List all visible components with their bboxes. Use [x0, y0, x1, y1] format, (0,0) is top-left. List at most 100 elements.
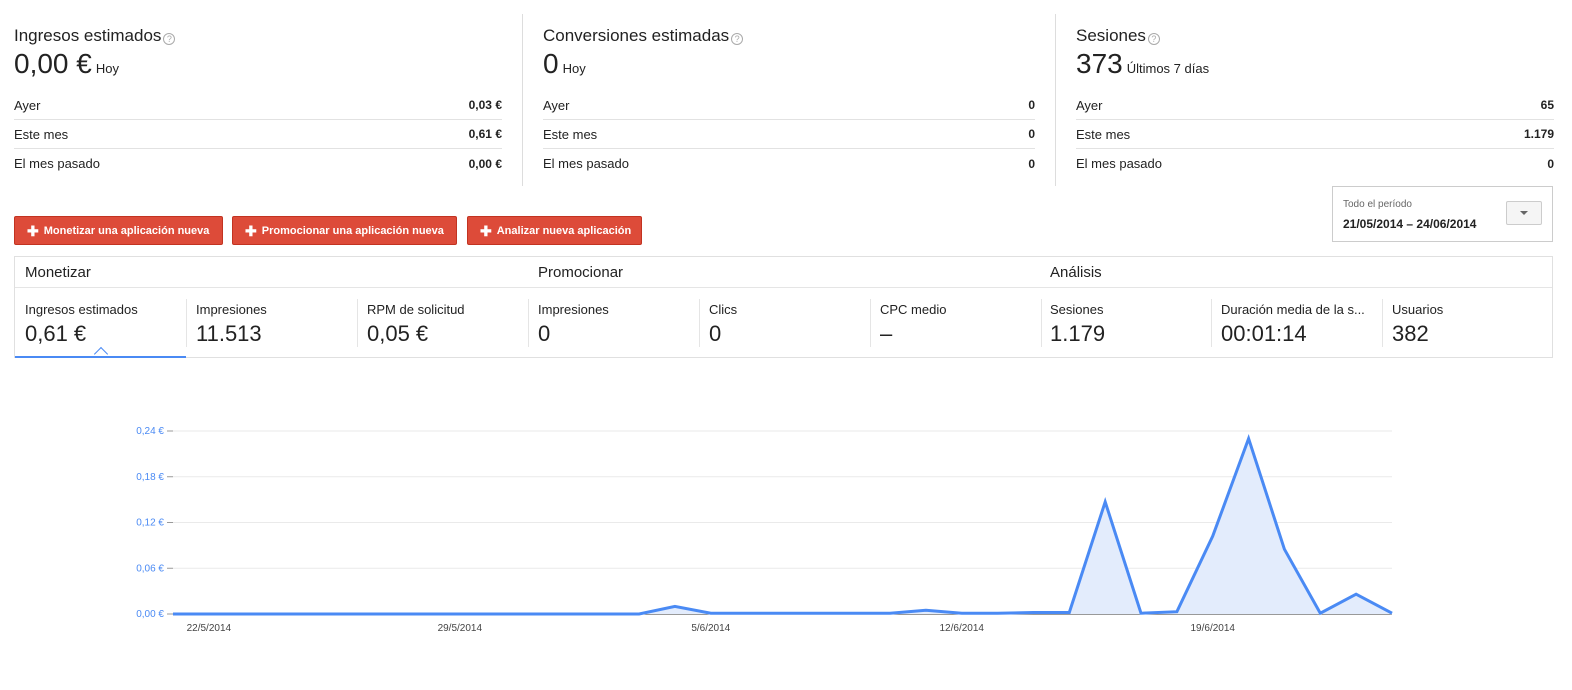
plus-icon: ✚	[245, 222, 257, 239]
row-value: 1.179	[1523, 127, 1554, 141]
row-value: 0,61 €	[468, 127, 502, 141]
y-tick-label: 0,18 €	[136, 472, 164, 483]
row-label: Ayer	[543, 97, 570, 113]
metric-value: 0	[709, 321, 722, 346]
summary-row: Ayer 65	[1076, 91, 1554, 120]
metric-tile-promo-impressions[interactable]: Impresiones 0	[528, 287, 699, 358]
date-range-value: 21/05/2014 – 24/06/2014	[1343, 217, 1477, 231]
button-label: Analizar nueva aplicación	[496, 224, 632, 237]
metric-label: RPM de solicitud	[367, 302, 465, 317]
metric-label: Ingresos estimados	[25, 302, 138, 317]
revenue-chart: 0,00 € 0,06 € 0,12 € 0,18 € 0,24 € 22/5/2014 2…	[0, 410, 1572, 650]
date-range-label: Todo el período	[1343, 199, 1412, 210]
section-monetize-title: Monetizar	[25, 264, 91, 281]
row-label: Este mes	[543, 126, 598, 142]
monetize-app-button[interactable]: ✚ Monetizar una aplicación nueva	[14, 216, 223, 245]
y-tick-label: 0,12 €	[136, 518, 164, 529]
row-value: 0	[1547, 156, 1554, 171]
active-tab-indicator	[15, 356, 186, 358]
row-label: El mes pasado	[1076, 156, 1162, 171]
button-label: Promocionar una aplicación nueva	[261, 224, 444, 237]
metrics-panel: Monetizar Promocionar Análisis Ingresos …	[14, 256, 1553, 362]
card-title: Conversiones estimadas	[543, 26, 730, 45]
row-value: 65	[1540, 98, 1554, 112]
summary-row: Este mes 0	[543, 120, 1035, 149]
row-label: Ayer	[14, 97, 41, 113]
metric-label: Sesiones	[1050, 302, 1104, 317]
summary-row: El mes pasado 0,00 €	[14, 149, 502, 178]
row-value: 0	[1028, 156, 1035, 171]
chart-svg: 0,00 € 0,06 € 0,12 € 0,18 € 0,24 € 22/5/2014 2…	[136, 426, 1393, 634]
row-value: 0	[1028, 127, 1035, 141]
row-label: Este mes	[1076, 126, 1131, 142]
row-label: El mes pasado	[14, 156, 100, 171]
metric-label: Usuarios	[1392, 302, 1444, 317]
x-tick-label: 19/6/2014	[1190, 623, 1235, 634]
metric-value: 00:01:14	[1221, 321, 1307, 346]
card-title: Sesiones	[1076, 26, 1146, 45]
metric-value: 1.179	[1050, 321, 1106, 346]
summary-card-sessions: Sesiones? 373 Últimos 7 días Ayer 65 Este …	[1076, 26, 1554, 178]
summary-row: Ayer 0,03 €	[14, 91, 502, 120]
y-tick-label: 0,06 €	[136, 563, 164, 574]
section-promote-title: Promocionar	[538, 264, 624, 281]
help-icon[interactable]: ?	[1147, 33, 1160, 45]
card-value: 0,00 €	[14, 48, 92, 79]
metric-label: Impresiones	[196, 302, 267, 317]
section-analysis-title: Análisis	[1050, 264, 1102, 281]
help-icon[interactable]: ?	[163, 33, 176, 45]
x-tick-label: 12/6/2014	[940, 623, 985, 634]
x-tick-label: 5/6/2014	[691, 623, 730, 634]
metric-tile-clicks[interactable]: Clics 0	[699, 287, 870, 358]
card-value: 373	[1076, 48, 1123, 79]
summary-card-revenue: Ingresos estimados? 0,00 € Hoy Ayer 0,03 €…	[14, 26, 502, 178]
y-tick-label: 0,24 €	[136, 426, 164, 437]
row-label: Ayer	[1076, 97, 1103, 113]
metric-tile-duration[interactable]: Duración media de la s... 00:01:14	[1211, 287, 1382, 358]
metric-value: –	[880, 321, 893, 346]
chevron-down-icon	[1520, 211, 1528, 215]
metric-label: Impresiones	[538, 302, 609, 317]
metric-tile-impressions[interactable]: Impresiones 11.513	[186, 287, 357, 358]
summary-row: El mes pasado 0	[1076, 149, 1554, 178]
help-icon[interactable]: ?	[731, 33, 744, 45]
card-sub: Últimos 7 días	[1126, 61, 1210, 76]
plus-icon: ✚	[27, 222, 39, 239]
metric-tile-users[interactable]: Usuarios 382	[1382, 287, 1553, 358]
date-dropdown-button[interactable]	[1506, 201, 1542, 225]
promote-app-button[interactable]: ✚ Promocionar una aplicación nueva	[232, 216, 457, 245]
divider	[522, 14, 523, 186]
summary-row: Ayer 0	[543, 91, 1035, 120]
button-label: Monetizar una aplicación nueva	[43, 224, 210, 237]
date-range-picker[interactable]: Todo el período 21/05/2014 – 24/06/2014	[1332, 186, 1553, 242]
summary-row: Este mes 0,61 €	[14, 120, 502, 149]
row-label: Este mes	[14, 126, 69, 142]
metric-tile-cpc[interactable]: CPC medio –	[870, 287, 1041, 358]
summary-panel: Ingresos estimados? 0,00 € Hoy Ayer 0,03 €…	[0, 0, 1572, 190]
x-tick-label: 22/5/2014	[187, 623, 232, 634]
summary-card-conversions: Conversiones estimadas? 0 Hoy Ayer 0 Este …	[543, 26, 1035, 178]
metric-value: 382	[1392, 321, 1429, 346]
card-value: 0	[543, 48, 559, 79]
metric-tile-sessions[interactable]: Sesiones 1.179	[1040, 287, 1211, 358]
summary-row: Este mes 1.179	[1076, 120, 1554, 149]
metric-label: Clics	[709, 302, 738, 317]
divider	[1055, 14, 1056, 186]
card-sub: Hoy	[95, 61, 119, 76]
card-title: Ingresos estimados	[14, 26, 162, 45]
metric-value: 0,05 €	[367, 321, 429, 346]
metric-value: 0	[538, 321, 551, 346]
metric-value: 11.513	[196, 321, 262, 346]
card-sub: Hoy	[562, 61, 586, 76]
plus-icon: ✚	[480, 222, 492, 239]
x-tick-label: 29/5/2014	[438, 623, 483, 634]
row-value: 0	[1028, 98, 1035, 112]
metric-value: 0,61 €	[25, 321, 87, 346]
metric-tile-rpm[interactable]: RPM de solicitud 0,05 €	[357, 287, 528, 358]
row-value: 0,00 €	[468, 156, 502, 171]
y-tick-label: 0,00 €	[136, 609, 164, 620]
analyze-app-button[interactable]: ✚ Analizar nueva aplicación	[467, 216, 642, 245]
row-label: El mes pasado	[543, 156, 629, 171]
metric-label: Duración media de la s...	[1221, 302, 1365, 317]
row-value: 0,03 €	[468, 98, 502, 112]
